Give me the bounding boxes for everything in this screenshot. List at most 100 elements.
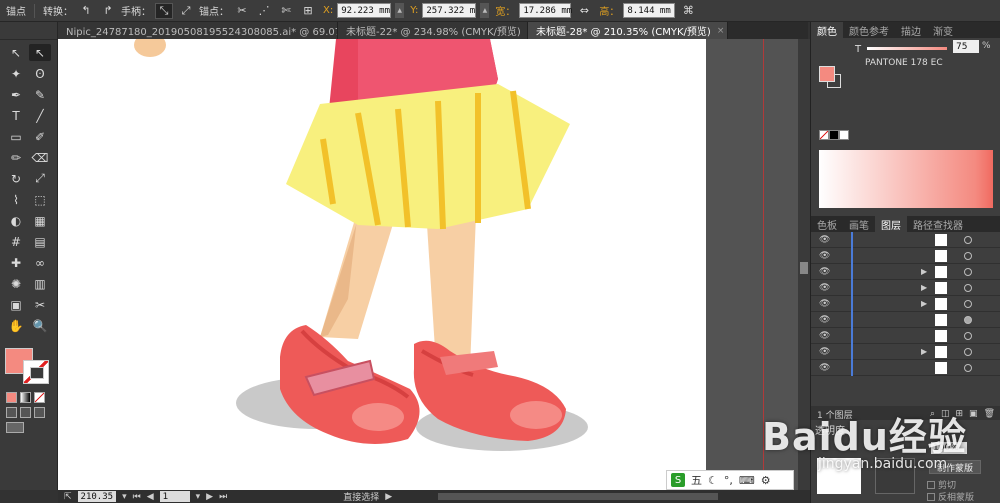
show-handles-icon[interactable]: ⤡ — [155, 2, 173, 19]
mesh-icon[interactable]: # — [5, 233, 27, 250]
isolate-icon[interactable]: ⌘ — [679, 3, 697, 19]
invert-checkbox[interactable] — [927, 492, 935, 501]
expand-arrow-icon[interactable]: ▶ — [921, 267, 927, 276]
height-field[interactable]: 8.144 mm — [623, 3, 676, 18]
target-circle-icon[interactable] — [964, 300, 972, 308]
moon-icon[interactable]: ☾ — [708, 474, 718, 487]
target-circle-icon[interactable] — [964, 364, 972, 372]
target-circle-icon[interactable] — [964, 284, 972, 292]
visibility-eye-icon[interactable]: 👁 — [819, 251, 830, 261]
draw-inside-icon[interactable] — [34, 407, 45, 418]
hide-handles-icon[interactable]: ⤢ — [177, 3, 195, 19]
layer-row[interactable]: 👁 — [811, 232, 1000, 248]
locate-object-icon[interactable]: ⌕ — [930, 409, 935, 419]
visibility-eye-icon[interactable]: 👁 — [819, 235, 830, 245]
paintbrush-icon[interactable]: ✐ — [29, 128, 51, 145]
target-circle-icon[interactable] — [964, 252, 972, 260]
canvas-area[interactable] — [58, 39, 798, 490]
line-icon[interactable]: ╱ — [29, 107, 51, 124]
artboard-icon[interactable]: ▣ — [5, 296, 27, 313]
slice-icon[interactable]: ✂ — [29, 296, 51, 313]
artboard[interactable] — [58, 39, 706, 490]
eraser-icon[interactable]: ⌫ — [29, 149, 51, 166]
scroll-thumb[interactable] — [800, 262, 808, 274]
stroke-swatch[interactable] — [23, 360, 49, 384]
tab-color[interactable]: 颜色 — [811, 22, 843, 38]
keyboard-icon[interactable]: ⌨ — [739, 474, 755, 487]
gradient-mode-icon[interactable] — [20, 392, 31, 403]
expand-arrow-icon[interactable]: ▶ — [921, 299, 927, 308]
layer-row[interactable]: 👁 ▶ — [811, 296, 1000, 312]
tab-pathfinder[interactable]: 路径查找器 — [907, 216, 969, 232]
perspective-icon[interactable]: ▦ — [29, 212, 51, 229]
layer-row[interactable]: 👁 ▶ — [811, 280, 1000, 296]
prev-page-icon[interactable]: ◀ — [147, 492, 154, 502]
tab-nipic[interactable]: Nipic_24787180_20190508195524308085.ai* … — [58, 22, 338, 39]
tint-slider[interactable] — [867, 47, 947, 50]
page-field[interactable]: 1 — [159, 491, 190, 502]
symbol-sprayer-icon[interactable]: ✺ — [5, 275, 27, 292]
visibility-eye-icon[interactable]: 👁 — [819, 267, 830, 277]
pen-icon[interactable]: ✒ — [5, 86, 27, 103]
tab-swatches[interactable]: 色板 — [811, 216, 843, 232]
chevron-right-icon[interactable]: ▶ — [385, 492, 392, 502]
tint-ramp[interactable] — [819, 150, 993, 208]
convert-corner-icon[interactable]: ↰ — [77, 3, 95, 19]
tab-untitled-28[interactable]: 未标题-28* @ 210.35% (CMYK/预览) × — [528, 22, 728, 39]
first-page-icon[interactable]: ⏮ — [133, 492, 141, 502]
pencil-icon[interactable]: ✏ — [5, 149, 27, 166]
warp-icon[interactable]: ⌇ — [5, 191, 27, 208]
chevron-down-icon[interactable]: ▾ — [196, 492, 201, 502]
rotate-icon[interactable]: ↻ — [5, 170, 27, 187]
horizontal-scrollbar[interactable] — [438, 493, 719, 500]
cut-path-icon[interactable]: ✄ — [277, 3, 295, 19]
zoom-field[interactable]: 210.35 — [77, 491, 117, 502]
target-circle-icon[interactable] — [964, 332, 972, 340]
target-circle-icon[interactable] — [964, 316, 972, 324]
gradient-icon[interactable]: ▤ — [29, 233, 51, 250]
ime-toolbar[interactable]: S 五 ☾ °, ⌨ ⚙ — [666, 470, 794, 490]
tab-gradient[interactable]: 渐变 — [927, 22, 959, 38]
tab-untitled-22[interactable]: 未标题-22* @ 234.98% (CMYK/预览) × — [338, 22, 528, 39]
trash-icon[interactable]: 🗑 — [984, 409, 995, 419]
target-circle-icon[interactable] — [964, 348, 972, 356]
visibility-eye-icon[interactable]: 👁 — [819, 363, 830, 373]
align-anchor-icon[interactable]: ⊞ — [299, 3, 317, 19]
tab-stroke[interactable]: 描边 — [895, 22, 927, 38]
layer-row[interactable]: 👁 — [811, 312, 1000, 328]
convert-smooth-icon[interactable]: ↱ — [99, 3, 117, 19]
remove-anchor-icon[interactable]: ✂ — [233, 3, 251, 19]
connect-anchor-icon[interactable]: ⋰ — [255, 3, 273, 19]
width-field[interactable]: 17.286 mm — [519, 3, 572, 18]
layer-row[interactable]: 👁 ▶ — [811, 344, 1000, 360]
clip-mask-icon[interactable]: ◫ — [941, 409, 950, 419]
invert-mask-option[interactable]: 反相蒙版 — [927, 490, 974, 503]
curvature-icon[interactable]: ✎ — [29, 86, 51, 103]
ime-mode[interactable]: 五 — [691, 472, 702, 488]
visibility-eye-icon[interactable]: 👁 — [819, 299, 830, 309]
vertical-scrollbar[interactable] — [798, 39, 810, 490]
make-mask-button[interactable]: 制作蒙版 — [929, 460, 981, 474]
tab-layers[interactable]: 图层 — [875, 216, 907, 232]
direct-selection-icon[interactable]: ↖ — [29, 44, 51, 61]
visibility-eye-icon[interactable]: 👁 — [819, 331, 830, 341]
screen-mode-icon[interactable] — [6, 422, 24, 433]
shape-builder-icon[interactable]: ◐ — [5, 212, 27, 229]
blend-icon[interactable]: ∞ — [29, 254, 51, 271]
link-icon[interactable]: ⇔ — [575, 3, 593, 19]
black-swatch[interactable] — [829, 130, 839, 140]
panel-grip[interactable] — [0, 22, 57, 40]
lasso-icon[interactable]: ʘ — [29, 65, 51, 82]
selection-icon[interactable]: ↖ — [5, 44, 27, 61]
x-field[interactable]: 92.223 mm — [337, 3, 392, 18]
target-circle-icon[interactable] — [964, 236, 972, 244]
mask-thumbnail[interactable] — [875, 458, 915, 494]
white-swatch[interactable] — [839, 130, 849, 140]
draw-normal-icon[interactable] — [6, 407, 17, 418]
tab-brushes[interactable]: 画笔 — [843, 216, 875, 232]
column-graph-icon[interactable]: ▥ — [29, 275, 51, 292]
layer-row[interactable]: 👁 — [811, 360, 1000, 376]
x-spinner[interactable]: ▲ — [395, 3, 405, 18]
chevron-down-icon[interactable]: ▾ — [122, 492, 127, 502]
new-sublayer-icon[interactable]: ⊞ — [956, 409, 964, 419]
